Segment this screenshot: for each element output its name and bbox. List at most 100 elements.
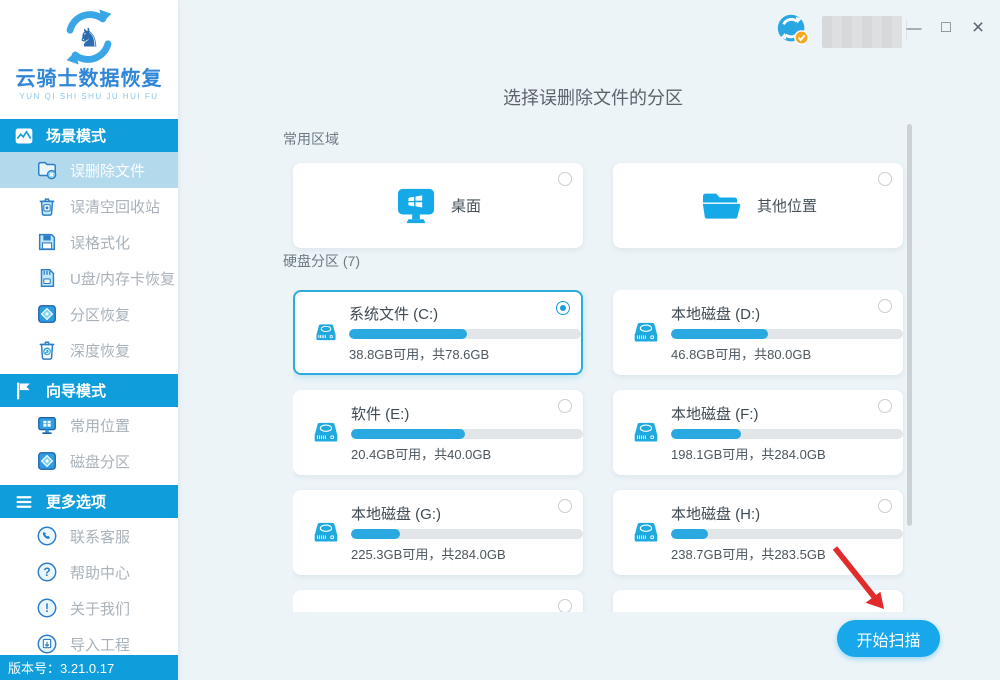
scrollbar-thumb[interactable] (907, 124, 912, 526)
radio-partition-partial[interactable] (558, 599, 572, 612)
hard-drive-icon (316, 323, 336, 340)
common-card-label: 其他位置 (756, 198, 817, 215)
sidebar-item-label: 误删除文件 (70, 162, 146, 180)
scene-mode-icon (15, 128, 33, 143)
usage-bar (671, 528, 903, 539)
common-card-label: 桌面 (450, 198, 481, 215)
maximize-button[interactable]: □ (934, 14, 958, 42)
partition-card-f[interactable]: 本地磁盘 (F:) 198.1GB可用，共284.0GB (613, 390, 903, 475)
hard-drive-icon (634, 522, 658, 541)
app-window: ♞ 云骑士数据恢复 YUN QI SHI SHU JU HUI FU 场景模式 … (0, 0, 1000, 680)
monitor-icon (38, 417, 56, 434)
radio-partition-f[interactable] (878, 399, 892, 413)
section-header-more-options: 更多选项 (0, 485, 178, 518)
section-label: 更多选项 (46, 494, 107, 511)
sidebar-item-about-us[interactable]: ! 关于我们 (0, 590, 178, 626)
sidebar-item-help-center[interactable]: ? 帮助中心 (0, 554, 178, 590)
folder-delete-icon (38, 161, 57, 180)
window-controls: — □ × (902, 14, 990, 42)
close-button[interactable]: × (966, 14, 990, 42)
partition-card-e[interactable]: 软件 (E:) 20.4GB可用，共40.0GB (293, 390, 583, 475)
partition-usage: 198.1GB可用，共284.0GB (671, 446, 826, 462)
sidebar-item-partition-recovery[interactable]: 分区恢复 (0, 296, 178, 332)
memory-card-icon (40, 269, 55, 287)
partition-name: 本地磁盘 (G:) (351, 505, 441, 523)
radio-partition-e[interactable] (558, 399, 572, 413)
radio-partition-d[interactable] (878, 299, 892, 313)
folder-icon (701, 193, 742, 220)
partition-card-d[interactable]: 本地磁盘 (D:) 46.8GB可用，共80.0GB (613, 290, 903, 375)
sidebar-item-emptied-recycle-bin[interactable]: 误清空回收站 (0, 188, 178, 224)
sidebar-item-label: 关于我们 (70, 600, 131, 618)
partition-card-c[interactable]: 系统文件 (C:) 38.8GB可用，共78.6GB (293, 290, 583, 375)
app-tagline: YUN QI SHI SHU JU HUI FU (19, 92, 159, 101)
sidebar-item-label: 误清空回收站 (70, 198, 161, 216)
section-header-guide-mode: 向导模式 (0, 374, 178, 407)
svg-text:!: ! (45, 601, 49, 615)
desktop-icon (397, 188, 435, 223)
partition-grid: 系统文件 (C:) 38.8GB可用，共78.6GB 本地磁盘 (D:) 46.… (293, 290, 905, 612)
app-logo: ♞ 云骑士数据恢复 YUN QI SHI SHU JU HUI FU (0, 0, 178, 113)
sidebar-item-label: 常用位置 (70, 417, 131, 435)
partition-usage: 46.8GB可用，共80.0GB (671, 346, 812, 362)
start-scan-button[interactable]: 开始扫描 (837, 620, 940, 657)
minimize-button[interactable]: — (902, 14, 926, 42)
usage-bar (349, 328, 581, 339)
radio-desktop[interactable] (558, 172, 572, 186)
sidebar-item-formatted[interactable]: 误格式化 (0, 224, 178, 260)
radio-partition-h[interactable] (878, 499, 892, 513)
hard-drive-icon (634, 422, 658, 441)
usage-bar (351, 428, 583, 439)
sidebar-item-customer-service[interactable]: 联系客服 (0, 518, 178, 554)
partition-usage: 38.8GB可用，共78.6GB (349, 346, 490, 362)
sidebar-item-disk-partitions[interactable]: 磁盘分区 (0, 443, 178, 479)
sidebar-item-label: 分区恢复 (70, 306, 131, 324)
import-icon (37, 634, 57, 654)
app-title: 云骑士数据恢复 (15, 68, 163, 90)
partition-card-partial-right[interactable] (613, 590, 903, 612)
page-title: 选择误删除文件的分区 (503, 88, 683, 108)
radio-partition-g[interactable] (558, 499, 572, 513)
partition-card-h[interactable]: 本地磁盘 (H:) 238.7GB可用，共283.5GB (613, 490, 903, 575)
question-icon: ? (37, 562, 57, 582)
sidebar-item-label: 联系客服 (70, 528, 131, 546)
radio-other-location[interactable] (878, 172, 892, 186)
common-area-grid: 桌面 其他位置 (293, 163, 903, 248)
partition-card-g[interactable]: 本地磁盘 (G:) 225.3GB可用，共284.0GB (293, 490, 583, 575)
partition-area-label: 硬盘分区 (7) (283, 253, 360, 269)
partition-usage: 20.4GB可用，共40.0GB (351, 446, 492, 462)
usage-bar (671, 328, 903, 339)
common-card-other-location[interactable]: 其他位置 (613, 163, 903, 248)
radio-partition-c[interactable] (556, 301, 570, 315)
sidebar-item-deleted-files[interactable]: 误删除文件 (0, 152, 178, 188)
deep-recovery-icon (39, 341, 55, 360)
partition-name: 本地磁盘 (D:) (671, 305, 761, 323)
sidebar-item-usb-memory-card[interactable]: U盘/内存卡恢复 (0, 260, 178, 296)
sidebar-item-deep-recovery[interactable]: 深度恢复 (0, 332, 178, 368)
version-label: 版本号：3.21.0.17 (0, 655, 178, 680)
sidebar-item-label: 帮助中心 (70, 564, 131, 582)
hamburger-icon (16, 495, 32, 508)
partition-name: 本地磁盘 (F:) (671, 405, 759, 423)
disk-icon (38, 452, 56, 470)
info-exclamation-icon: ! (37, 598, 57, 618)
recycle-bin-icon (39, 198, 55, 216)
common-card-desktop[interactable]: 桌面 (293, 163, 583, 248)
section-header-scene-mode: 场景模式 (0, 119, 178, 152)
sidebar-item-label: 深度恢复 (70, 342, 131, 360)
partition-name: 系统文件 (C:) (349, 305, 439, 323)
partition-card-partial-left[interactable] (293, 590, 583, 612)
hard-drive-icon (634, 322, 658, 341)
sidebar-item-label: 误格式化 (70, 234, 131, 252)
guide-mode-flag-icon (17, 382, 30, 399)
partition-usage: 238.7GB可用，共283.5GB (671, 546, 826, 562)
partition-name: 本地磁盘 (H:) (671, 505, 761, 523)
sidebar-item-common-locations[interactable]: 常用位置 (0, 407, 178, 443)
usage-bar (351, 528, 583, 539)
hard-drive-icon (314, 422, 338, 441)
update-status-icon[interactable] (774, 11, 812, 49)
disk-partition-icon (38, 305, 56, 323)
section-label: 向导模式 (46, 383, 107, 400)
app-logo-icon: ♞ (66, 9, 112, 65)
sidebar: ♞ 云骑士数据恢复 YUN QI SHI SHU JU HUI FU 场景模式 … (0, 0, 178, 680)
